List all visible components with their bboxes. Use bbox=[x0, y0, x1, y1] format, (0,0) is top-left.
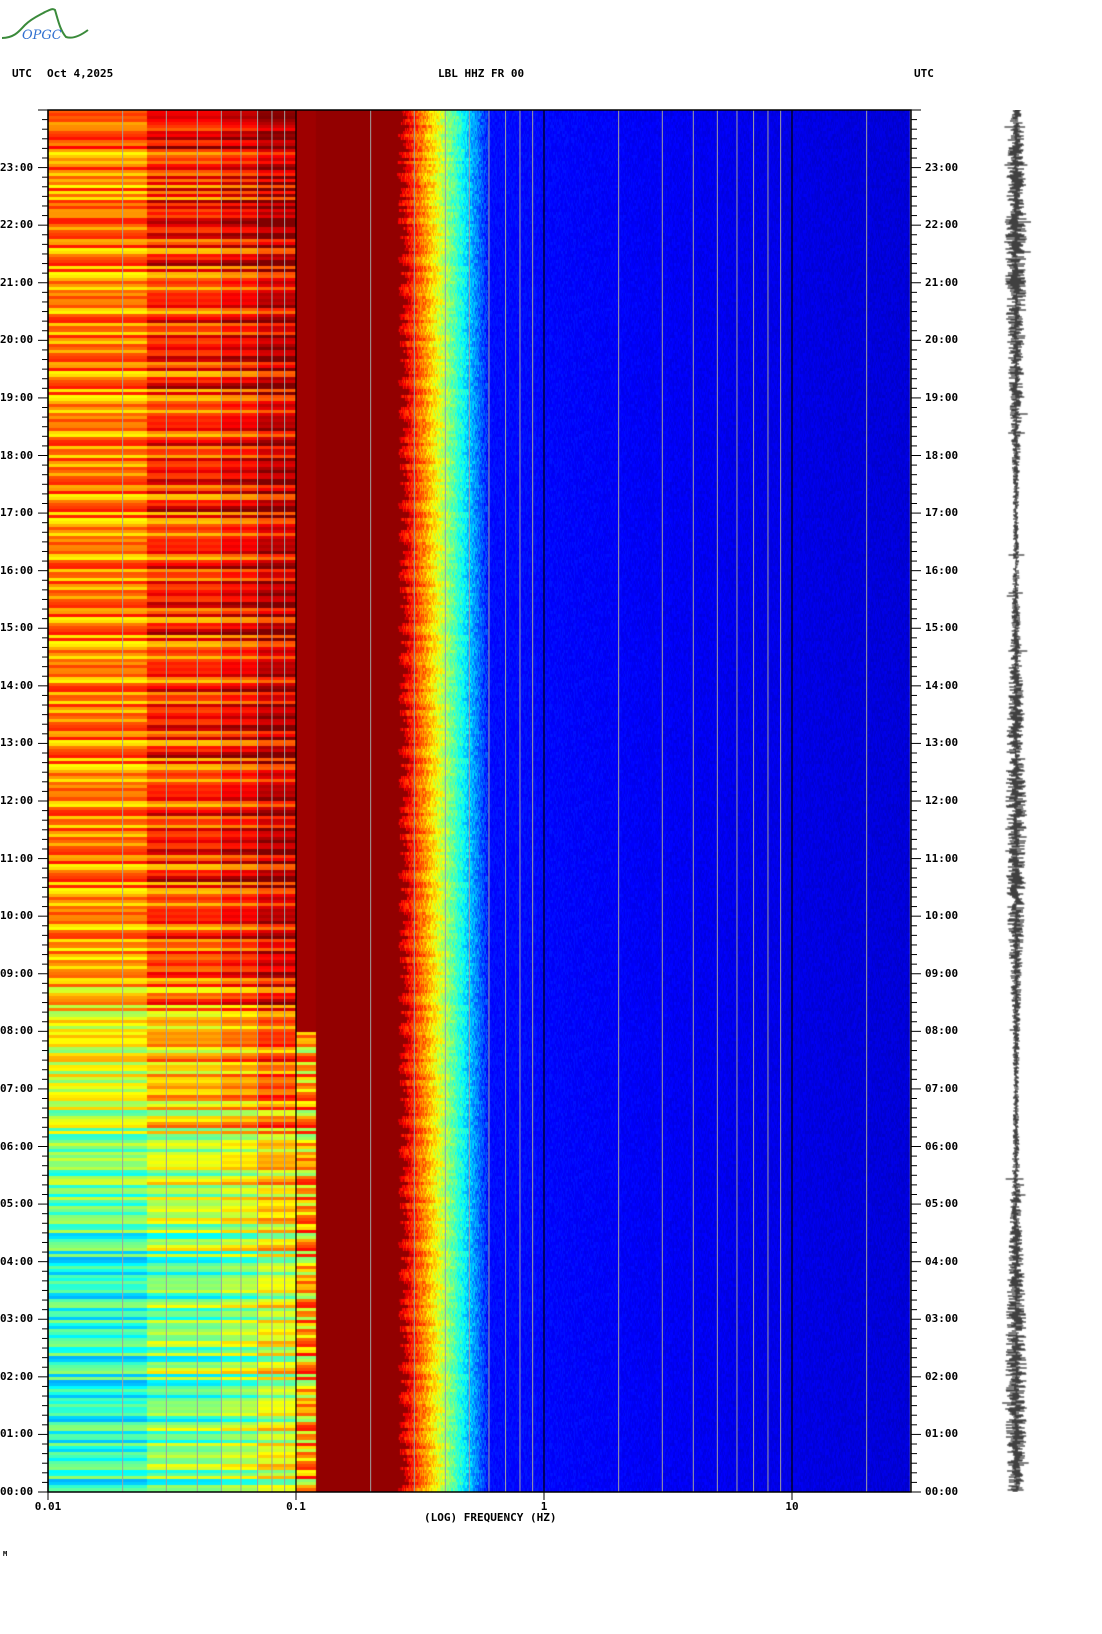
y-tick-label-right: 05:00 bbox=[925, 1197, 959, 1211]
y-tick-label-left: 02:00 bbox=[0, 1369, 34, 1383]
y-tick-label-left: 01:00 bbox=[0, 1427, 34, 1441]
y-tick-label-right: 18:00 bbox=[925, 448, 959, 462]
x-tick-label: 0.01 bbox=[34, 1500, 62, 1513]
y-tick-label-left: 16:00 bbox=[0, 563, 34, 577]
y-tick-label-left: 15:00 bbox=[0, 621, 34, 635]
y-tick-label-right: 19:00 bbox=[925, 390, 959, 404]
plot-frame bbox=[47, 109, 912, 1493]
y-tick-label-left: 06:00 bbox=[0, 1139, 34, 1153]
y-tick-label-left: 08:00 bbox=[0, 1024, 34, 1038]
y-tick-label-left: 11:00 bbox=[0, 851, 34, 865]
y-tick-label-right: 22:00 bbox=[925, 218, 959, 232]
y-tick-label-right: 09:00 bbox=[925, 966, 959, 980]
y-tick-label-right: 08:00 bbox=[925, 1024, 959, 1038]
x-axis-title: (LOG) FREQUENCY (HZ) bbox=[424, 1511, 557, 1524]
y-tick-label-left: 22:00 bbox=[0, 218, 34, 232]
y-tick-label-left: 13:00 bbox=[0, 736, 34, 750]
y-tick-label-left: 18:00 bbox=[0, 448, 34, 462]
y-tick-label-right: 23:00 bbox=[925, 160, 959, 174]
y-tick-label-right: 13:00 bbox=[925, 736, 959, 750]
y-tick-label-right: 03:00 bbox=[925, 1312, 959, 1326]
footer-mark: M bbox=[3, 1550, 8, 1558]
y-tick-label-left: 00:00 bbox=[0, 1485, 34, 1498]
y-tick-label-right: 10:00 bbox=[925, 909, 959, 923]
y-tick-label-right: 00:00 bbox=[925, 1485, 959, 1498]
y-tick-label-left: 09:00 bbox=[0, 966, 34, 980]
y-tick-label-left: 07:00 bbox=[0, 1081, 34, 1095]
y-tick-label-left: 19:00 bbox=[0, 390, 34, 404]
y-tick-label-right: 07:00 bbox=[925, 1081, 959, 1095]
y-tick-label-left: 14:00 bbox=[0, 678, 34, 692]
y-tick-label-right: 01:00 bbox=[925, 1427, 959, 1441]
y-tick-label-left: 10:00 bbox=[0, 909, 34, 923]
y-tick-label-left: 17:00 bbox=[0, 506, 34, 520]
y-tick-label-right: 21:00 bbox=[925, 275, 959, 289]
y-tick-label-right: 15:00 bbox=[925, 621, 959, 635]
y-tick-label-right: 02:00 bbox=[925, 1369, 959, 1383]
y-tick-label-right: 14:00 bbox=[925, 678, 959, 692]
seismogram-trace bbox=[990, 110, 1050, 1492]
y-tick-label-right: 06:00 bbox=[925, 1139, 959, 1153]
y-tick-label-left: 03:00 bbox=[0, 1312, 34, 1326]
y-tick-label-left: 12:00 bbox=[0, 794, 34, 807]
x-tick-label: 0.1 bbox=[286, 1500, 306, 1513]
y-tick-label-right: 12:00 bbox=[925, 794, 959, 807]
y-tick-label-right: 16:00 bbox=[925, 563, 959, 577]
y-tick-label-right: 04:00 bbox=[925, 1254, 959, 1268]
y-tick-label-left: 20:00 bbox=[0, 333, 34, 347]
y-tick-label-left: 23:00 bbox=[0, 160, 34, 174]
y-tick-label-right: 20:00 bbox=[925, 333, 959, 347]
y-tick-label-left: 05:00 bbox=[0, 1197, 34, 1211]
y-tick-label-right: 17:00 bbox=[925, 506, 959, 520]
y-tick-label-left: 21:00 bbox=[0, 275, 34, 289]
chart-axes bbox=[38, 109, 921, 1500]
x-tick-label: 10 bbox=[785, 1500, 799, 1513]
y-tick-label-left: 04:00 bbox=[0, 1254, 34, 1268]
y-tick-label-right: 11:00 bbox=[925, 851, 959, 865]
